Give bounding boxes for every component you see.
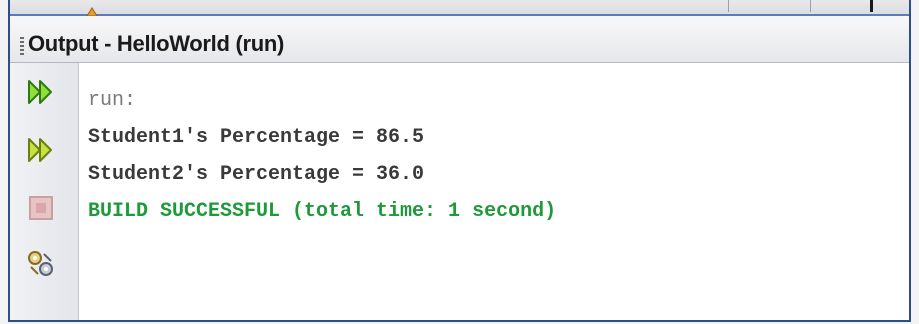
editor-tab-strip (10, 0, 909, 17)
rerun-with-options-icon[interactable] (24, 133, 58, 167)
settings-icon[interactable] (24, 247, 58, 281)
output-title: Output - HelloWorld (run) (28, 31, 285, 56)
console-line: Student2's Percentage = 36.0 (88, 163, 425, 186)
output-window: Output - HelloWorld (run) run: Student1'… (8, 0, 911, 322)
output-titlebar[interactable]: Output - HelloWorld (run) (10, 16, 909, 63)
rerun-icon[interactable] (24, 75, 58, 109)
output-toolbar (10, 63, 79, 320)
divider (728, 0, 729, 12)
console-line: Student1's Percentage = 86.5 (88, 126, 425, 149)
stop-icon[interactable] (24, 191, 58, 225)
divider (810, 0, 811, 12)
drag-grip-icon[interactable] (20, 37, 24, 57)
build-status: BUILD SUCCESSFUL (total time: 1 second) (88, 200, 557, 223)
console-output[interactable]: run: Student1's Percentage = 86.5 Studen… (88, 82, 556, 230)
console-line: run: (88, 89, 137, 112)
editor-tab-icon[interactable] (81, 3, 103, 17)
divider (870, 0, 873, 12)
